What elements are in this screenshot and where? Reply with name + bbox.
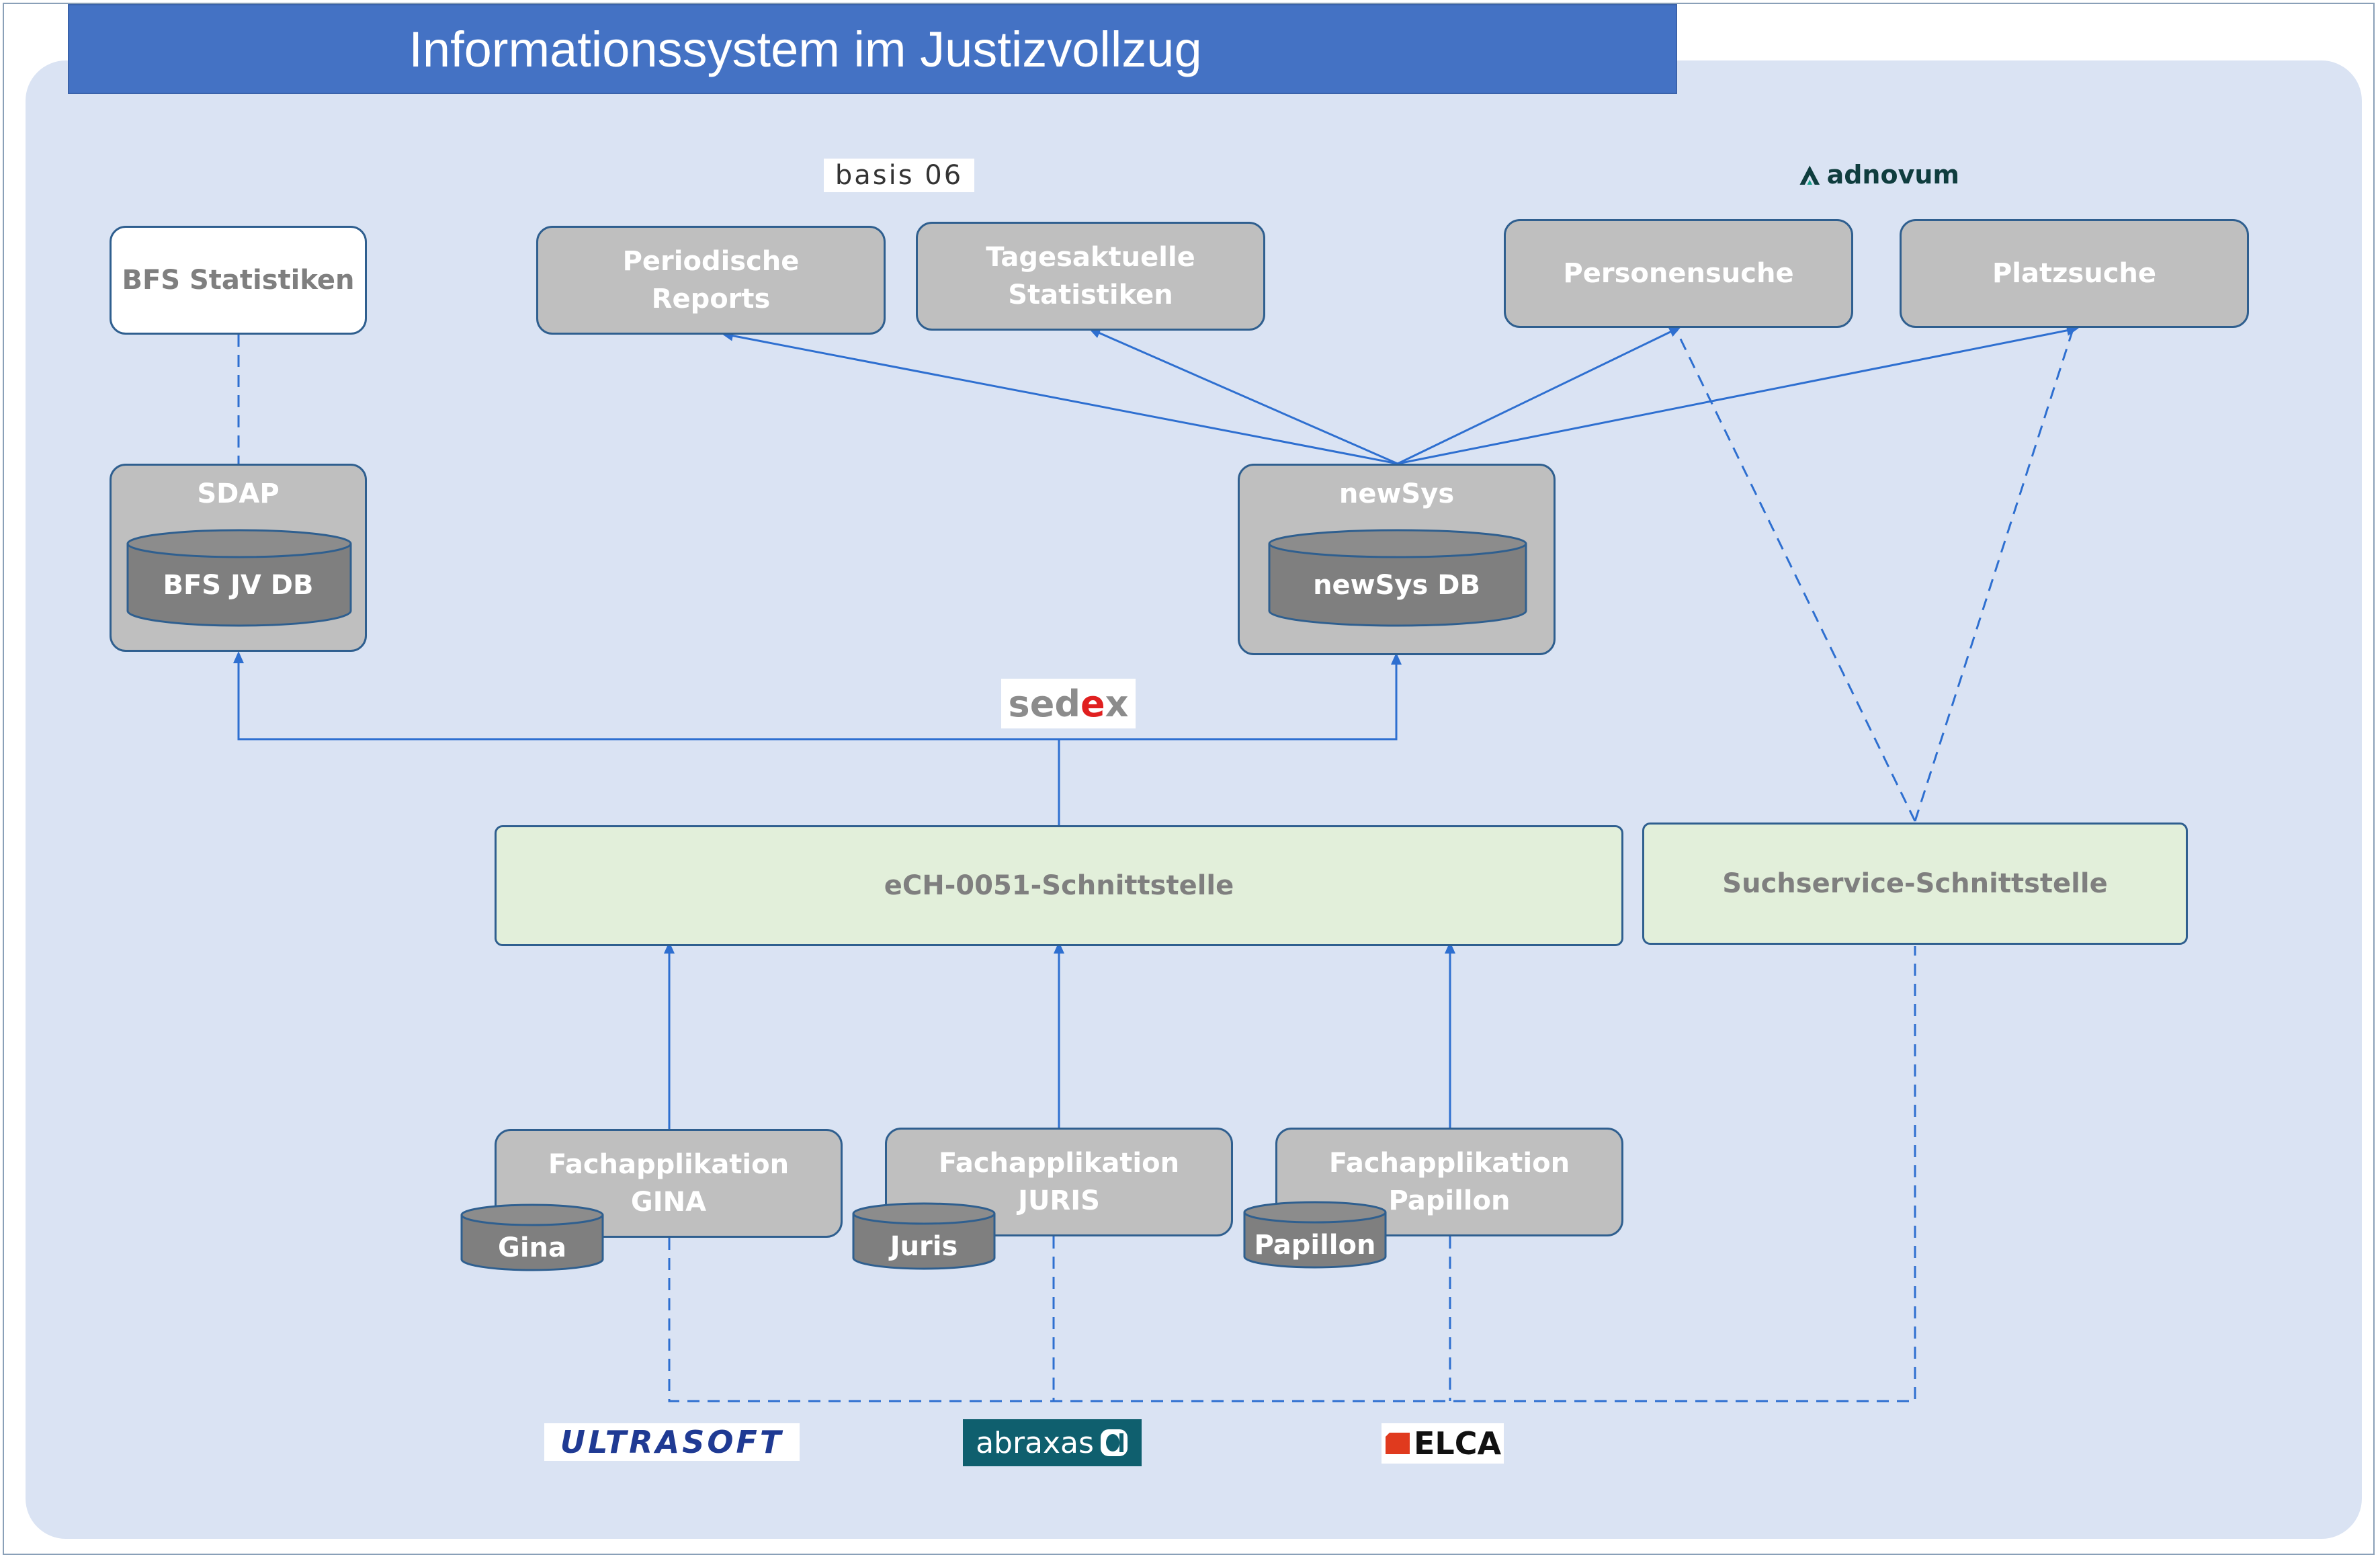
abraxas-logo: abraxas	[963, 1419, 1142, 1466]
gina-db: Gina	[459, 1203, 605, 1273]
tagesaktuelle-statistiken-label: Tagesaktuelle Statistiken	[986, 242, 1195, 310]
juris-db-label: Juris	[890, 1231, 958, 1262]
abraxas-logo-text: abraxas	[976, 1425, 1094, 1460]
ech-0051-schnittstelle-box: eCH-0051-Schnittstelle	[495, 825, 1623, 946]
arrow-newsys-personensuche	[1397, 327, 1682, 465]
bfs-statistiken-label: BFS Statistiken	[122, 265, 355, 296]
suchservice-schnittstelle-label: Suchservice-Schnittstelle	[1722, 868, 2108, 899]
platzsuche-box: Platzsuche	[1900, 219, 2249, 328]
basis06-logo-text: basis 06	[835, 160, 964, 191]
arrow-newsys-periodische	[721, 330, 1398, 465]
platzsuche-label: Platzsuche	[1992, 258, 2157, 289]
elca-logo-text: ELCA	[1413, 1425, 1502, 1462]
sedex-logo: sedex	[1001, 679, 1136, 728]
periodische-reports-box: Periodische Reports	[536, 226, 886, 335]
newsys-label: newSys	[1338, 478, 1455, 509]
papillon-db-label: Papillon	[1254, 1230, 1376, 1261]
dashed-suchservice-platzsuche	[1914, 329, 2074, 822]
juris-db: Juris	[851, 1202, 997, 1271]
arrow-sedex-sdap	[233, 651, 1059, 741]
sdap-container: SDAP BFS JV DB	[110, 464, 367, 652]
diagram-canvas: Informationssystem im Justizvollzug BFS …	[0, 0, 2380, 1559]
periodische-reports-label: Periodische Reports	[622, 246, 800, 314]
elca-logo: ELCA	[1382, 1423, 1504, 1464]
adnovum-mark-icon	[1799, 165, 1820, 185]
ech-0051-schnittstelle-label: eCH-0051-Schnittstelle	[884, 870, 1234, 901]
gina-db-label: Gina	[497, 1232, 566, 1263]
newsys-container: newSys newSys DB	[1238, 464, 1556, 655]
sdap-label: SDAP	[197, 478, 280, 509]
arrow-newsys-platzsuche	[1397, 325, 2079, 465]
dashed-suchservice-personensuche	[1674, 329, 1916, 822]
ultrasoft-logo-text: ULTRASOFT	[560, 1424, 784, 1460]
elca-mark-icon	[1385, 1433, 1410, 1454]
sedex-logo-text: sedex	[1008, 682, 1129, 725]
ultrasoft-logo: ULTRASOFT	[544, 1423, 800, 1461]
personensuche-label: Personensuche	[1563, 258, 1794, 289]
basis06-logo: basis 06	[824, 159, 974, 192]
suchservice-schnittstelle-box: Suchservice-Schnittstelle	[1642, 823, 2188, 945]
bfs-jv-db-label: BFS JV DB	[163, 570, 314, 601]
adnovum-logo-text: adnovum	[1826, 160, 1959, 189]
abraxas-mark-icon	[1100, 1429, 1128, 1456]
tagesaktuelle-statistiken-box: Tagesaktuelle Statistiken	[916, 222, 1265, 331]
bfs-statistiken-box: BFS Statistiken	[110, 226, 367, 335]
adnovum-logo: adnovum	[1798, 153, 1959, 196]
papillon-db: Papillon	[1242, 1200, 1388, 1270]
newsys-db-label: newSys DB	[1313, 570, 1480, 601]
arrow-newsys-tagesaktuelle	[1088, 328, 1398, 465]
personensuche-box: Personensuche	[1504, 219, 1853, 328]
